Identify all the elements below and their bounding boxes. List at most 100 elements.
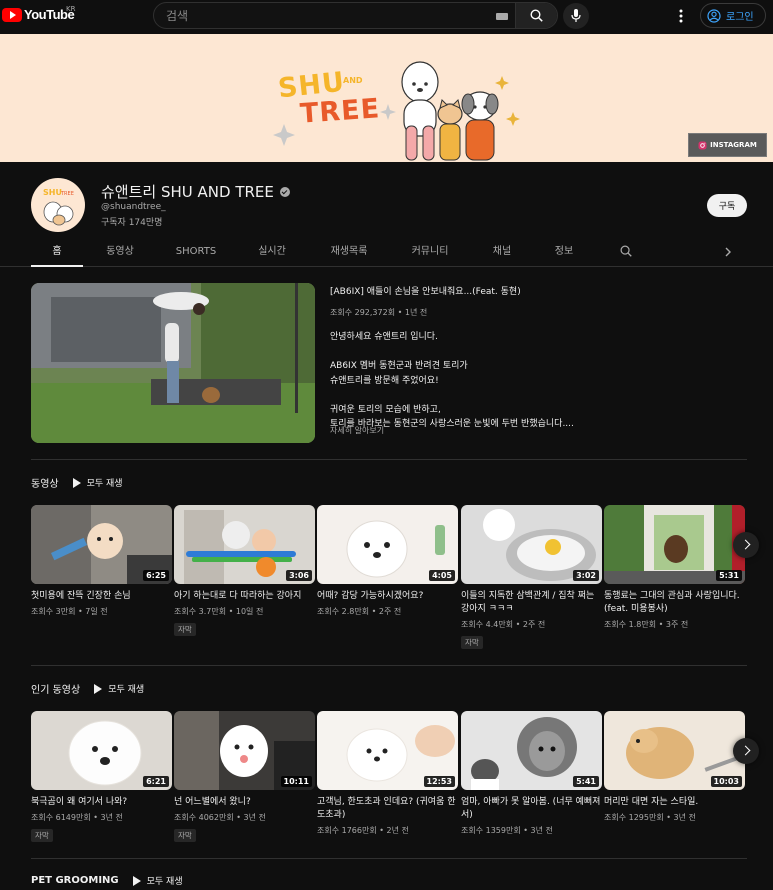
- video-meta: 조회수 1766만회 • 2년 전: [317, 826, 409, 835]
- video-card[interactable]: 6:21 북극곰이 왜 여기서 나와? 조회수 6149만회 • 3년 전 자막: [31, 711, 172, 842]
- keyboard-icon[interactable]: [496, 13, 508, 20]
- tab-shorts[interactable]: SHORTS: [166, 238, 226, 267]
- video-thumbnail[interactable]: 10:03: [604, 711, 745, 790]
- video-card[interactable]: 5:41 엄마, 아빠가 못 알아봄. (너무 예뻐져서) 조회수 1359만회…: [461, 711, 602, 836]
- caption-badge: 자막: [461, 636, 483, 649]
- instagram-link[interactable]: INSTAGRAM: [688, 133, 767, 157]
- video-title[interactable]: 이들의 지독한 삼백관계 / 집착 쩌는 강아지 ㅋㅋㅋ: [461, 590, 602, 616]
- tab-live[interactable]: 실시간: [244, 238, 300, 267]
- featured-video-description: 안녕하세요 슈앤트리 입니다. AB6IX 멤버 동현군과 반려견 토리가 슈앤…: [330, 330, 574, 432]
- verified-icon: [279, 186, 290, 197]
- channel-tabs: 홈 동영상 SHORTS 실시간 재생목록 커뮤니티 채널 정보: [0, 238, 773, 267]
- shelf-header-videos: 동영상 모두 재생: [31, 475, 123, 490]
- video-thumbnail[interactable]: 3:06: [174, 505, 315, 584]
- section-divider: [31, 665, 747, 666]
- video-thumbnail[interactable]: 6:25: [31, 505, 172, 584]
- avatar-image: SHU TREE: [43, 188, 74, 226]
- video-meta: 조회수 1359만회 • 3년 전: [461, 826, 553, 835]
- video-title[interactable]: 첫미용에 잔뜩 긴장한 손님: [31, 590, 172, 603]
- video-card[interactable]: 10:03 머리만 대면 자는 스타일. 조회수 1295만회 • 3년 전: [604, 711, 745, 823]
- video-duration: 10:11: [280, 776, 312, 787]
- section-divider: [31, 858, 747, 859]
- tab-about[interactable]: 정보: [542, 238, 586, 267]
- video-duration: 3:02: [573, 570, 599, 581]
- video-thumbnail[interactable]: 5:31: [604, 505, 745, 584]
- video-thumbnail[interactable]: 4:05: [317, 505, 458, 584]
- tab-home[interactable]: 홈: [31, 238, 83, 267]
- caption-badge: 자막: [174, 829, 196, 842]
- play-all-button[interactable]: 모두 재생: [94, 682, 144, 695]
- video-title[interactable]: 머리만 대면 자는 스타일.: [604, 796, 745, 809]
- video-title[interactable]: 넌 어느별에서 왔니?: [174, 796, 315, 809]
- video-meta: 조회수 1295만회 • 3년 전: [604, 813, 696, 822]
- video-duration: 5:31: [716, 570, 742, 581]
- video-meta: 조회수 2.8만회 • 2주 전: [317, 607, 402, 616]
- video-title[interactable]: 엄마, 아빠가 못 알아봄. (너무 예뻐져서): [461, 796, 602, 822]
- description-line: [330, 388, 574, 403]
- video-duration: 5:41: [573, 776, 599, 787]
- video-card[interactable]: 12:53 고객님, 한도초과 인데요? (귀여움 한도초과) 조회수 1766…: [317, 711, 458, 836]
- search-input[interactable]: [154, 3, 516, 28]
- video-thumbnail[interactable]: 10:11: [174, 711, 315, 790]
- tab-videos[interactable]: 동영상: [92, 238, 148, 267]
- video-meta: 조회수 3만회 • 7일 전: [31, 607, 108, 616]
- shelf-next-button[interactable]: [733, 738, 759, 764]
- play-all-label: 모두 재생: [146, 877, 183, 887]
- video-meta: 조회수 3.7만회 • 10일 전: [174, 607, 264, 616]
- subscribe-button[interactable]: 구독: [707, 194, 747, 217]
- video-duration: 10:03: [710, 776, 742, 787]
- video-title[interactable]: 어때? 감당 가능하시겠어요?: [317, 590, 458, 603]
- video-title[interactable]: 동행료는 그대의 관심과 사랑입니다. (feat. 미용봉사): [604, 590, 745, 616]
- tab-community[interactable]: 커뮤니티: [398, 238, 462, 267]
- channel-avatar[interactable]: SHU TREE: [31, 178, 85, 232]
- shelf-next-button[interactable]: [733, 532, 759, 558]
- play-all-button[interactable]: 모두 재생: [72, 476, 123, 489]
- tab-channels[interactable]: 채널: [480, 238, 524, 267]
- microphone-icon: [571, 9, 581, 22]
- instagram-icon: [698, 141, 707, 149]
- tab-search[interactable]: [612, 238, 640, 267]
- description-line: 안녕하세요 슈앤트리 입니다.: [330, 332, 438, 342]
- video-thumbnail[interactable]: 6:21: [31, 711, 172, 790]
- shelf-title[interactable]: 인기 동영상: [31, 681, 80, 696]
- channel-handle: @shuandtree_: [101, 202, 166, 212]
- play-all-button[interactable]: 모두 재생: [132, 874, 183, 887]
- voice-search-button[interactable]: [563, 3, 589, 29]
- svg-text:SHU: SHU: [43, 188, 62, 197]
- youtube-logo[interactable]: YouTube KR: [2, 5, 75, 22]
- tabs-next-arrow[interactable]: [716, 238, 740, 267]
- video-meta: 조회수 4.4만회 • 2주 전: [461, 620, 546, 629]
- video-card[interactable]: 6:25 첫미용에 잔뜩 긴장한 손님 조회수 3만회 • 7일 전: [31, 505, 172, 617]
- video-thumbnail[interactable]: 12:53: [317, 711, 458, 790]
- video-title[interactable]: 북극곰이 왜 여기서 나와?: [31, 796, 172, 809]
- video-duration: 6:25: [143, 570, 169, 581]
- video-thumbnail[interactable]: 3:02: [461, 505, 602, 584]
- video-duration: 4:05: [429, 570, 455, 581]
- shelf-title[interactable]: PET GROOMING: [31, 875, 119, 886]
- masthead: YouTube KR 로그인: [0, 0, 773, 34]
- settings-menu-button[interactable]: [672, 7, 690, 25]
- video-card[interactable]: 5:31 동행료는 그대의 관심과 사랑입니다. (feat. 미용봉사) 조회…: [604, 505, 745, 630]
- search-icon: [620, 245, 632, 257]
- subscriber-count: 구독자 174만명: [101, 218, 163, 228]
- search-button[interactable]: [515, 3, 557, 28]
- video-title[interactable]: 고객님, 한도초과 인데요? (귀여움 한도초과): [317, 796, 458, 822]
- video-card[interactable]: 3:06 아기 하는대로 다 따라하는 강아지 조회수 3.7만회 • 10일 …: [174, 505, 315, 636]
- video-card[interactable]: 4:05 어때? 감당 가능하시겠어요? 조회수 2.8만회 • 2주 전: [317, 505, 458, 617]
- video-card[interactable]: 10:11 넌 어느별에서 왔니? 조회수 4062만회 • 3년 전 자막: [174, 711, 315, 842]
- tab-playlists[interactable]: 재생목록: [318, 238, 380, 267]
- section-divider: [31, 459, 747, 460]
- banner-dogs-illustration: [273, 61, 520, 161]
- read-more-link[interactable]: 자세히 알아보기: [330, 425, 384, 436]
- video-thumbnail[interactable]: 5:41: [461, 711, 602, 790]
- account-icon: [707, 8, 721, 23]
- video-meta: 조회수 6149만회 • 3년 전: [31, 813, 123, 822]
- featured-video-title[interactable]: [AB6IX] 애들이 손님을 안보내줘요...(Feat. 동현): [330, 284, 521, 297]
- video-card[interactable]: 3:02 이들의 지독한 삼백관계 / 집착 쩌는 강아지 ㅋㅋㅋ 조회수 4.…: [461, 505, 602, 649]
- description-line: 슈앤트리를 방문해 주었어요!: [330, 375, 439, 386]
- video-meta: 조회수 4062만회 • 3년 전: [174, 813, 266, 822]
- login-button[interactable]: 로그인: [700, 3, 766, 28]
- shelf-title[interactable]: 동영상: [31, 475, 59, 490]
- video-title[interactable]: 아기 하는대로 다 따라하는 강아지: [174, 590, 315, 603]
- featured-video-player[interactable]: [31, 283, 315, 443]
